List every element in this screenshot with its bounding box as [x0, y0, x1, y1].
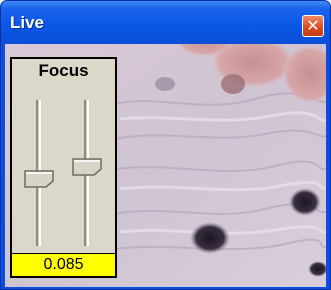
focus-value-readout: 0.085 — [12, 253, 115, 276]
fine-focus-slider-thumb[interactable] — [72, 157, 102, 176]
window-title: Live — [10, 13, 45, 32]
title-bar[interactable]: Live ✕ — [1, 1, 330, 44]
focus-label: Focus — [38, 61, 89, 80]
focus-panel: Focus 0.085 — [10, 57, 117, 278]
close-button[interactable]: ✕ — [302, 15, 324, 37]
live-view: Focus 0.085 — [5, 44, 326, 287]
coarse-focus-slider-thumb[interactable] — [24, 170, 54, 189]
close-icon: ✕ — [306, 16, 320, 35]
live-window: Live ✕ Focus 0.085 — [0, 0, 331, 290]
